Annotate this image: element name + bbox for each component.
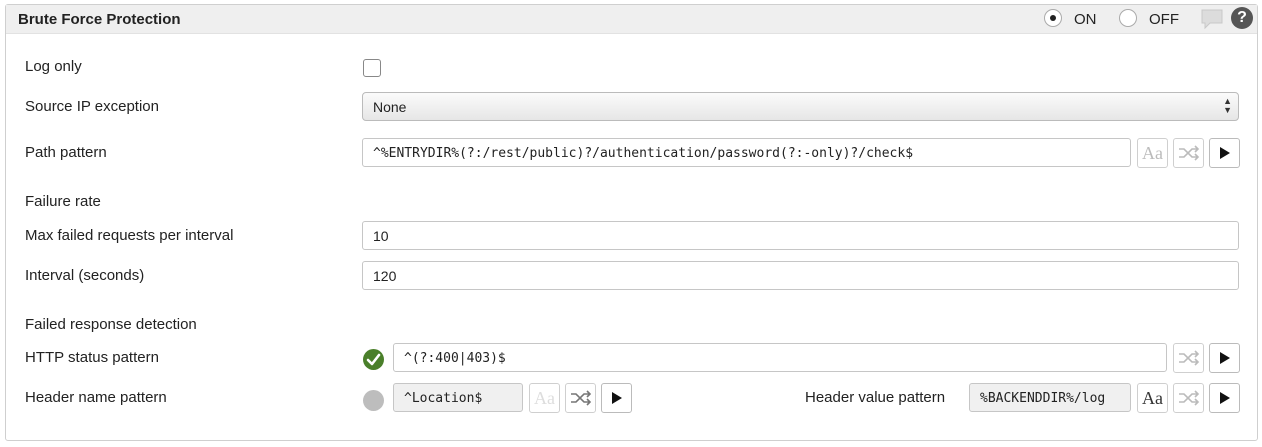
brute-force-panel: Brute Force Protection ON OFF ? Log only…: [5, 4, 1258, 441]
radio-on-icon: [1050, 15, 1056, 21]
http-status-input[interactable]: ^(?:400|403)$: [393, 343, 1167, 372]
max-failed-value: 10: [373, 228, 389, 244]
shuffle-icon: [570, 390, 591, 406]
interval-input[interactable]: 120: [362, 261, 1239, 290]
header-value-test-button[interactable]: [1209, 383, 1240, 413]
shuffle-icon: [1178, 145, 1199, 161]
interval-value: 120: [373, 268, 397, 284]
path-pattern-input[interactable]: ^%ENTRYDIR%(?:/rest/public)?/authenticat…: [362, 138, 1131, 167]
source-ip-exception-value: None: [373, 99, 407, 115]
failure-rate-heading: Failure rate: [25, 193, 101, 210]
source-ip-exception-label: Source IP exception: [25, 98, 159, 115]
interval-label: Interval (seconds): [25, 267, 145, 284]
comment-icon[interactable]: [1200, 8, 1224, 30]
header-value-case-toggle-button[interactable]: Aa: [1137, 383, 1168, 413]
log-only-checkbox[interactable]: [363, 59, 381, 77]
http-status-test-button[interactable]: [1209, 343, 1240, 373]
path-case-toggle-button[interactable]: Aa: [1137, 138, 1168, 168]
source-ip-exception-select[interactable]: None ▲ ▼: [362, 92, 1239, 121]
http-status-shuffle-button[interactable]: [1173, 343, 1204, 373]
header-value-input[interactable]: %BACKENDDIR%/log: [969, 383, 1131, 412]
failed-response-heading: Failed response detection: [25, 316, 197, 333]
off-label[interactable]: OFF: [1149, 11, 1179, 28]
play-icon: [1219, 392, 1230, 404]
http-status-label: HTTP status pattern: [25, 349, 159, 366]
header-name-shuffle-button[interactable]: [565, 383, 596, 413]
status-inactive-icon: [363, 390, 384, 411]
shuffle-icon: [1178, 350, 1199, 366]
play-icon: [1219, 352, 1230, 364]
max-failed-label: Max failed requests per interval: [25, 227, 234, 244]
max-failed-input[interactable]: 10: [362, 221, 1239, 250]
case-icon: Aa: [1142, 142, 1163, 163]
header-name-test-button[interactable]: [601, 383, 632, 413]
off-radio[interactable]: [1119, 9, 1137, 27]
path-test-button[interactable]: [1209, 138, 1240, 168]
panel-title: Brute Force Protection: [18, 11, 181, 28]
case-icon: Aa: [534, 387, 555, 408]
header-name-value: ^Location$: [404, 391, 483, 406]
play-icon: [1219, 147, 1230, 159]
header-name-input[interactable]: ^Location$: [393, 383, 523, 412]
on-radio[interactable]: [1044, 9, 1062, 27]
on-label[interactable]: ON: [1074, 11, 1097, 28]
path-pattern-label: Path pattern: [25, 144, 107, 161]
play-icon: [611, 392, 622, 404]
select-arrows-icon: ▲ ▼: [1223, 96, 1232, 115]
header-name-case-toggle-button[interactable]: Aa: [529, 383, 560, 413]
header-value-value: %BACKENDDIR%/log: [980, 391, 1106, 406]
http-status-value: ^(?:400|403)$: [404, 351, 506, 366]
panel-header: Brute Force Protection ON OFF ?: [6, 5, 1257, 34]
header-value-shuffle-button[interactable]: [1173, 383, 1204, 413]
case-icon: Aa: [1142, 387, 1163, 408]
log-only-label: Log only: [25, 58, 82, 75]
header-name-label: Header name pattern: [25, 389, 167, 406]
path-pattern-value: ^%ENTRYDIR%(?:/rest/public)?/authenticat…: [373, 146, 914, 161]
header-value-label: Header value pattern: [805, 389, 946, 406]
help-icon[interactable]: ?: [1231, 7, 1253, 29]
shuffle-icon: [1178, 390, 1199, 406]
check-icon: [363, 349, 384, 370]
path-shuffle-button[interactable]: [1173, 138, 1204, 168]
